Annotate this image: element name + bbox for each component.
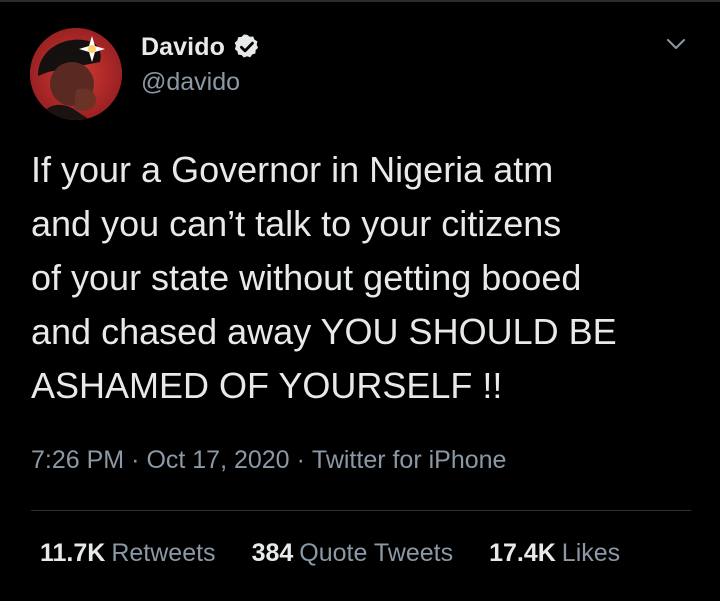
avatar[interactable] xyxy=(30,28,122,120)
author-name-row[interactable]: Davido xyxy=(141,31,261,63)
likes-stat[interactable]: 17.4K Likes xyxy=(489,539,620,568)
top-border xyxy=(0,0,720,2)
tweet-text: If your a Governor in Nigeria atm and yo… xyxy=(31,143,701,413)
engagement-stats: 11.7K Retweets 384 Quote Tweets 17.4K Likes xyxy=(40,539,620,568)
retweets-stat[interactable]: 11.7K Retweets xyxy=(40,539,216,568)
likes-label: Likes xyxy=(561,539,621,567)
divider xyxy=(31,510,691,511)
tweet-text-line: and chased away YOU SHOULD BE xyxy=(31,311,617,352)
tweet-text-line: of your state without getting booed xyxy=(31,257,582,298)
quote-tweets-count: 384 xyxy=(251,539,294,567)
tweet-metadata: 7:26 PM · Oct 17, 2020 · Twitter for iPhone xyxy=(31,446,506,475)
quote-tweets-stat[interactable]: 384 Quote Tweets xyxy=(252,539,454,568)
meta-separator: · xyxy=(131,446,140,474)
display-name[interactable]: Davido xyxy=(141,33,225,62)
avatar-image xyxy=(30,28,122,120)
tweet-text-line: If your a Governor in Nigeria atm xyxy=(31,149,554,190)
chevron-down-icon[interactable] xyxy=(662,30,690,58)
tweet-source[interactable]: Twitter for iPhone xyxy=(312,446,507,474)
verified-badge-icon xyxy=(234,34,259,58)
tweet-time[interactable]: 7:26 PM xyxy=(31,446,124,474)
tweet-text-line: and you can’t talk to your citizens xyxy=(31,203,562,244)
likes-count: 17.4K xyxy=(489,539,556,567)
tweet-text-line: ASHAMED OF YOURSELF !! xyxy=(31,365,503,406)
retweets-count: 11.7K xyxy=(40,539,106,567)
retweets-label: Retweets xyxy=(111,539,216,567)
meta-separator: · xyxy=(296,446,305,474)
quote-tweets-label: Quote Tweets xyxy=(299,539,454,567)
tweet-date[interactable]: Oct 17, 2020 xyxy=(146,446,289,474)
handle[interactable]: @davido xyxy=(141,68,240,97)
